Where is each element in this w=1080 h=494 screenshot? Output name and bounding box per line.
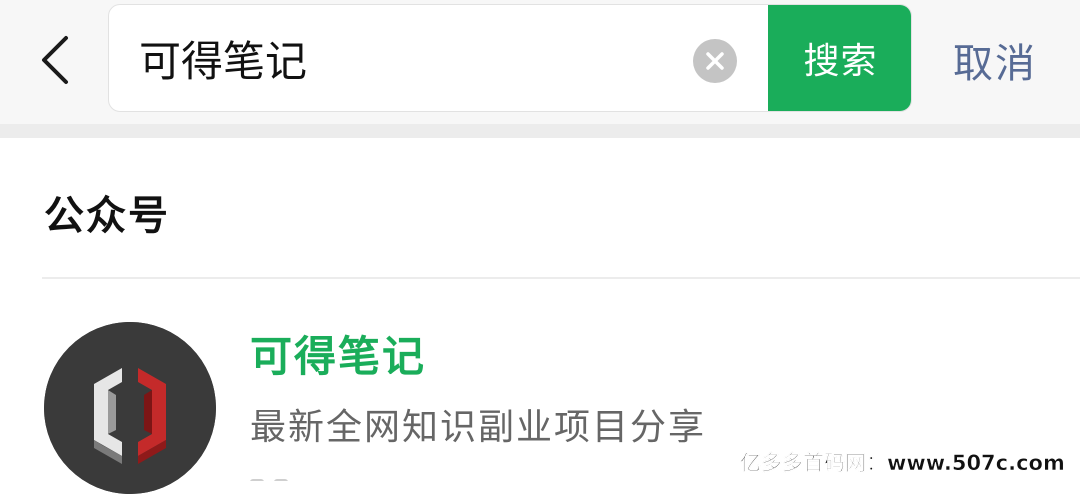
watermark: 亿多多首码网：www.507c.com (740, 451, 1065, 476)
section-separator (0, 124, 1080, 138)
clear-circle-icon (706, 52, 724, 70)
divider (42, 277, 1080, 279)
search-input[interactable] (139, 5, 679, 111)
cancel-button[interactable]: 取消 (930, 30, 1060, 90)
search-box: 搜索 (108, 4, 912, 112)
account-name[interactable]: 可得笔记 (250, 330, 426, 384)
account-meta-fragment (250, 470, 310, 481)
section-title-official-accounts: 公众号 (44, 193, 170, 239)
chevron-left-icon (42, 36, 68, 84)
account-description: 最新全网知识副业项目分享 (250, 407, 707, 448)
account-avatar[interactable] (44, 322, 216, 494)
back-button[interactable] (20, 20, 90, 100)
search-header: 搜索 取消 (0, 0, 1080, 124)
clear-search-button[interactable] (693, 39, 737, 83)
search-button[interactable]: 搜索 (768, 5, 911, 111)
hexagon-logo-icon (44, 322, 216, 494)
